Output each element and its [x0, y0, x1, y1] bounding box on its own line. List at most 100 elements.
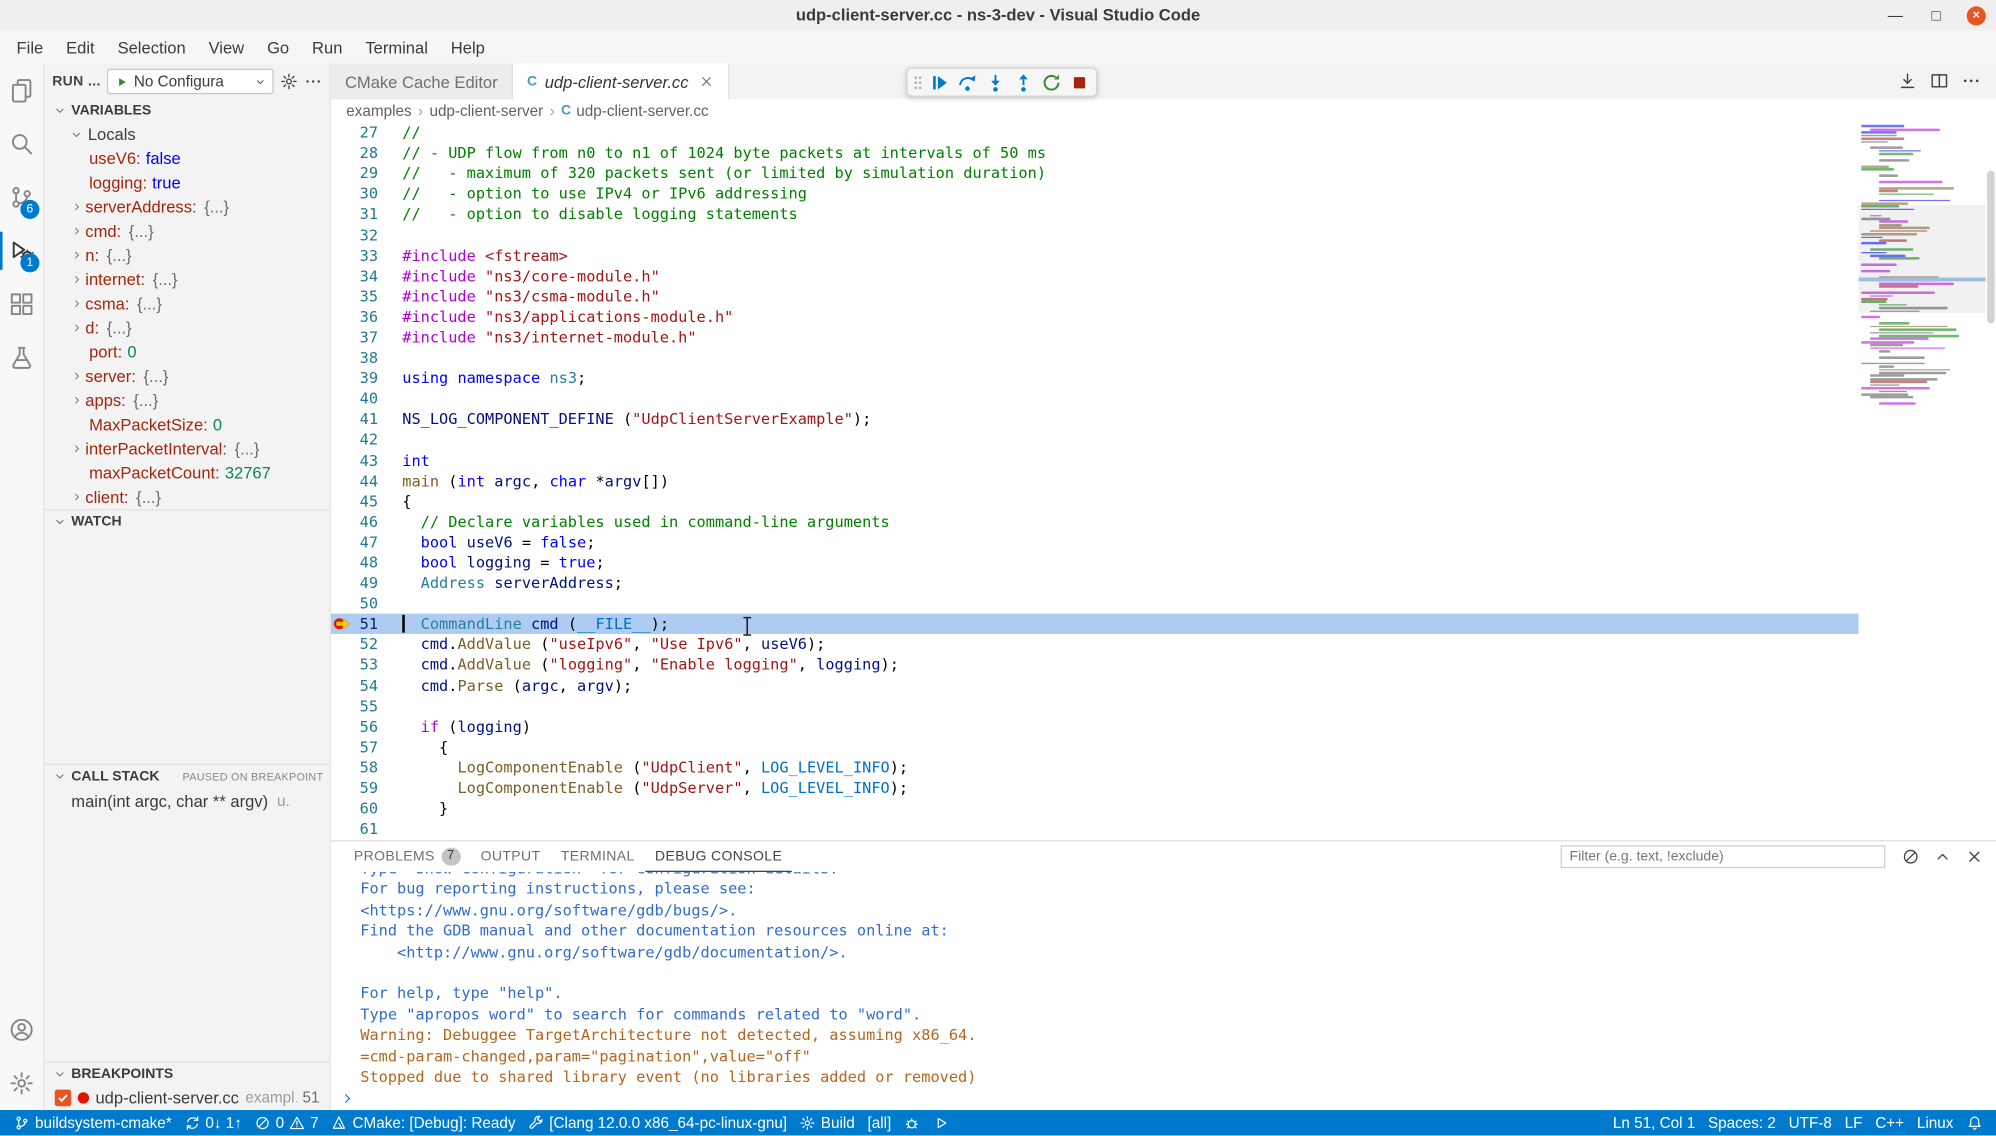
line-number[interactable]: 56 — [356, 718, 402, 736]
variable-server[interactable]: server:{...} — [45, 364, 330, 388]
variable-internet[interactable]: internet:{...} — [45, 267, 330, 291]
glyph-margin[interactable] — [331, 778, 356, 798]
step-into-button[interactable] — [983, 70, 1007, 94]
editor-gutter[interactable]: 38 — [331, 348, 402, 368]
step-over-button[interactable] — [955, 70, 979, 94]
line-number[interactable]: 32 — [356, 226, 402, 244]
editor-gutter[interactable]: 52 — [331, 634, 402, 654]
glyph-margin[interactable] — [331, 307, 356, 327]
editor-gutter[interactable]: 61 — [331, 819, 402, 839]
code-line[interactable]: 59 LogComponentEnable ("UdpServer", LOG_… — [331, 778, 1859, 798]
code-content[interactable]: NS_LOG_COMPONENT_DEFINE ("UdpClientServe… — [402, 409, 871, 429]
glyph-margin[interactable] — [331, 225, 356, 245]
code-line[interactable]: 51 CommandLine cmd (__FILE__); — [331, 614, 1859, 634]
code-line[interactable]: 57 { — [331, 737, 1859, 757]
code-line[interactable]: 36#include "ns3/applications-module.h" — [331, 307, 1859, 327]
glyph-margin[interactable] — [331, 409, 356, 429]
glyph-margin[interactable] — [331, 184, 356, 204]
code-content[interactable]: #include "ns3/csma-module.h" — [402, 286, 660, 306]
code-line[interactable]: 53 cmd.AddValue ("logging", "Enable logg… — [331, 655, 1859, 675]
activitybar-accounts[interactable] — [0, 1003, 43, 1056]
editor-gutter[interactable]: 28 — [331, 143, 402, 163]
code-content[interactable]: } — [402, 798, 448, 818]
stop-button[interactable] — [1067, 70, 1091, 94]
drag-handle-icon[interactable] — [913, 72, 923, 92]
code-content[interactable]: bool logging = true; — [402, 552, 604, 572]
status-git-sync[interactable]: 0↓ 1↑ — [178, 1110, 248, 1135]
call-stack-frame[interactable]: main(int argc, char ** argv) u. — [45, 787, 330, 815]
glyph-margin[interactable] — [331, 655, 356, 675]
status-encoding[interactable]: UTF-8 — [1782, 1110, 1838, 1135]
editor-gutter[interactable]: 29 — [331, 163, 402, 183]
menu-edit[interactable]: Edit — [55, 34, 106, 61]
code-line[interactable]: 54 cmd.Parse (argc, argv); — [331, 675, 1859, 695]
editor-gutter[interactable]: 51 — [331, 614, 402, 634]
code-line[interactable]: 32 — [331, 225, 1859, 245]
editor-gutter[interactable]: 60 — [331, 798, 402, 818]
code-line[interactable]: 28// - UDP flow from n0 to n1 of 1024 by… — [331, 143, 1859, 163]
line-number[interactable]: 38 — [356, 349, 402, 367]
variable-logging[interactable]: logging:true — [45, 171, 330, 195]
code-line[interactable]: 55 — [331, 696, 1859, 716]
glyph-margin[interactable] — [331, 512, 356, 532]
editor-gutter[interactable]: 43 — [331, 450, 402, 470]
menu-run[interactable]: Run — [301, 34, 354, 61]
editor-scrollbar[interactable] — [1986, 122, 1996, 840]
line-number[interactable]: 44 — [356, 472, 402, 490]
step-out-button[interactable] — [1011, 70, 1035, 94]
menu-view[interactable]: View — [197, 34, 255, 61]
code-line[interactable]: 39using namespace ns3; — [331, 368, 1859, 388]
code-content[interactable]: // - option to use IPv4 or IPv6 addressi… — [402, 184, 807, 204]
line-number[interactable]: 50 — [356, 595, 402, 613]
status-problems[interactable]: 07 — [248, 1110, 325, 1135]
section-breakpoints[interactable]: BREAKPOINTS — [45, 1062, 330, 1085]
glyph-margin[interactable] — [331, 450, 356, 470]
status-remote-os[interactable]: Linux — [1910, 1110, 1959, 1135]
editor-gutter[interactable]: 46 — [331, 511, 402, 531]
scrollbar-thumb[interactable] — [1987, 171, 1995, 324]
breadcrumb-item[interactable]: examples — [346, 102, 411, 120]
code-line[interactable]: 50 — [331, 593, 1859, 613]
code-content[interactable]: { — [402, 737, 448, 757]
editor-gutter[interactable]: 59 — [331, 778, 402, 798]
maximize-button[interactable]: □ — [1926, 5, 1946, 25]
code-content[interactable]: // - option to disable logging statement… — [402, 204, 797, 224]
code-line[interactable]: 34#include "ns3/core-module.h" — [331, 266, 1859, 286]
status-git-branch[interactable]: buildsystem-cmake* — [8, 1110, 178, 1135]
line-number[interactable]: 33 — [356, 246, 402, 264]
editor-gutter[interactable]: 36 — [331, 307, 402, 327]
variable-MaxPacketSize[interactable]: MaxPacketSize:0 — [45, 412, 330, 436]
glyph-margin[interactable] — [331, 716, 356, 736]
debug-console-input[interactable] — [331, 1087, 1996, 1110]
code-line[interactable]: 49 Address serverAddress; — [331, 573, 1859, 593]
line-number[interactable]: 29 — [356, 165, 402, 183]
glyph-margin[interactable] — [331, 696, 356, 716]
editor-gutter[interactable]: 53 — [331, 655, 402, 675]
status-cmake-run[interactable] — [926, 1110, 955, 1135]
tab-cmake-cache-editor[interactable]: CMake Cache Editor — [331, 64, 513, 100]
activitybar-explorer[interactable] — [0, 64, 43, 117]
activitybar-search[interactable] — [0, 117, 43, 170]
breakpoint-row[interactable]: udp-client-server.cc exampl... 51 — [45, 1085, 330, 1110]
breakpoint-checkbox[interactable] — [55, 1089, 72, 1106]
code-line[interactable]: 29// - maximum of 320 packets sent (or l… — [331, 163, 1859, 183]
code-line[interactable]: 52 cmd.AddValue ("useIpv6", "Use Ipv6", … — [331, 634, 1859, 654]
line-number[interactable]: 59 — [356, 779, 402, 797]
code-line[interactable]: 27// — [331, 122, 1859, 142]
code-line[interactable]: 43int — [331, 450, 1859, 470]
line-number[interactable]: 30 — [356, 185, 402, 203]
menu-file[interactable]: File — [5, 34, 55, 61]
code-line[interactable]: 61 — [331, 819, 1859, 839]
editor-gutter[interactable]: 58 — [331, 757, 402, 777]
glyph-margin[interactable] — [331, 614, 356, 634]
editor-gutter[interactable]: 33 — [331, 245, 402, 265]
code-content[interactable]: // - maximum of 320 packets sent (or lim… — [402, 163, 1046, 183]
line-number[interactable]: 49 — [356, 574, 402, 592]
split-editor-icon[interactable] — [1930, 71, 1949, 90]
close-panel-icon[interactable] — [1965, 848, 1983, 866]
minimap[interactable] — [1859, 122, 1986, 840]
editor-gutter[interactable]: 55 — [331, 696, 402, 716]
code-line[interactable]: 47 bool useV6 = false; — [331, 532, 1859, 552]
variable-apps[interactable]: apps:{...} — [45, 388, 330, 412]
editor-gutter[interactable]: 48 — [331, 552, 402, 572]
